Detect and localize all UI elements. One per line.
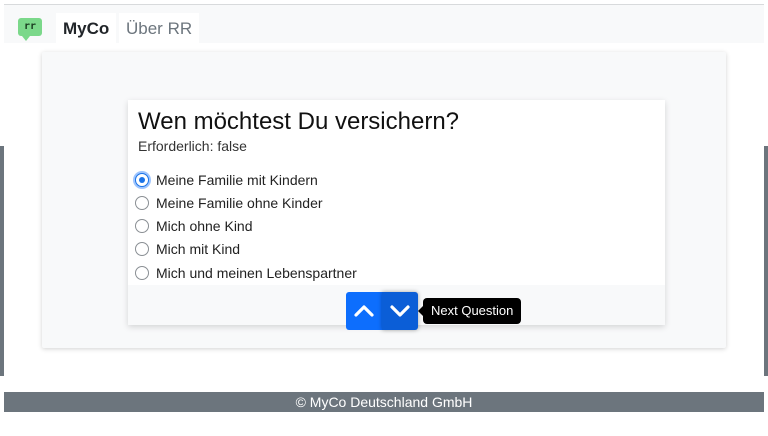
footer: © MyCo Deutschland GmbH <box>4 392 764 412</box>
previous-question-button[interactable] <box>346 292 382 330</box>
radio-group: Meine Familie mit Kindern Meine Familie … <box>128 168 665 285</box>
logo-icon[interactable]: rr <box>18 18 42 41</box>
radio-option[interactable]: Mich und meinen Lebenspartner <box>135 262 357 284</box>
required-indicator: Erforderlich: false <box>138 138 247 154</box>
next-question-tooltip: Next Question <box>417 298 522 324</box>
next-question-button[interactable] <box>382 292 418 330</box>
radio-option[interactable]: Meine Familie ohne Kinder <box>135 192 323 214</box>
radio-option-label: Mich mit Kind <box>156 241 241 257</box>
radio-option-label: Mich und meinen Lebenspartner <box>156 265 357 281</box>
nav-link-ueber-rr[interactable]: Über RR <box>119 13 200 45</box>
radio-option[interactable]: Mich mit Kind <box>135 238 240 260</box>
chevron-up-icon <box>354 305 374 317</box>
radio-option-label: Meine Familie mit Kindern <box>156 172 318 188</box>
radio-button[interactable] <box>135 266 149 280</box>
brand-link[interactable]: MyCo <box>56 13 117 45</box>
radio-button[interactable] <box>135 196 149 210</box>
radio-option[interactable]: Meine Familie mit Kindern <box>135 169 318 191</box>
radio-option-label: Meine Familie ohne Kinder <box>156 195 323 211</box>
radio-option-label: Mich ohne Kind <box>156 218 253 234</box>
navbar: rr MyCo Über RR <box>4 5 764 45</box>
chevron-down-icon <box>390 305 410 317</box>
radio-button[interactable] <box>135 219 149 233</box>
radio-button[interactable] <box>135 242 149 256</box>
radio-button-selected[interactable] <box>135 173 149 187</box>
radio-option[interactable]: Mich ohne Kind <box>135 215 253 237</box>
question-title: Wen möchtest Du versichern? <box>138 108 460 135</box>
question-header: Wen möchtest Du versichern? Erforderlich… <box>128 100 665 168</box>
